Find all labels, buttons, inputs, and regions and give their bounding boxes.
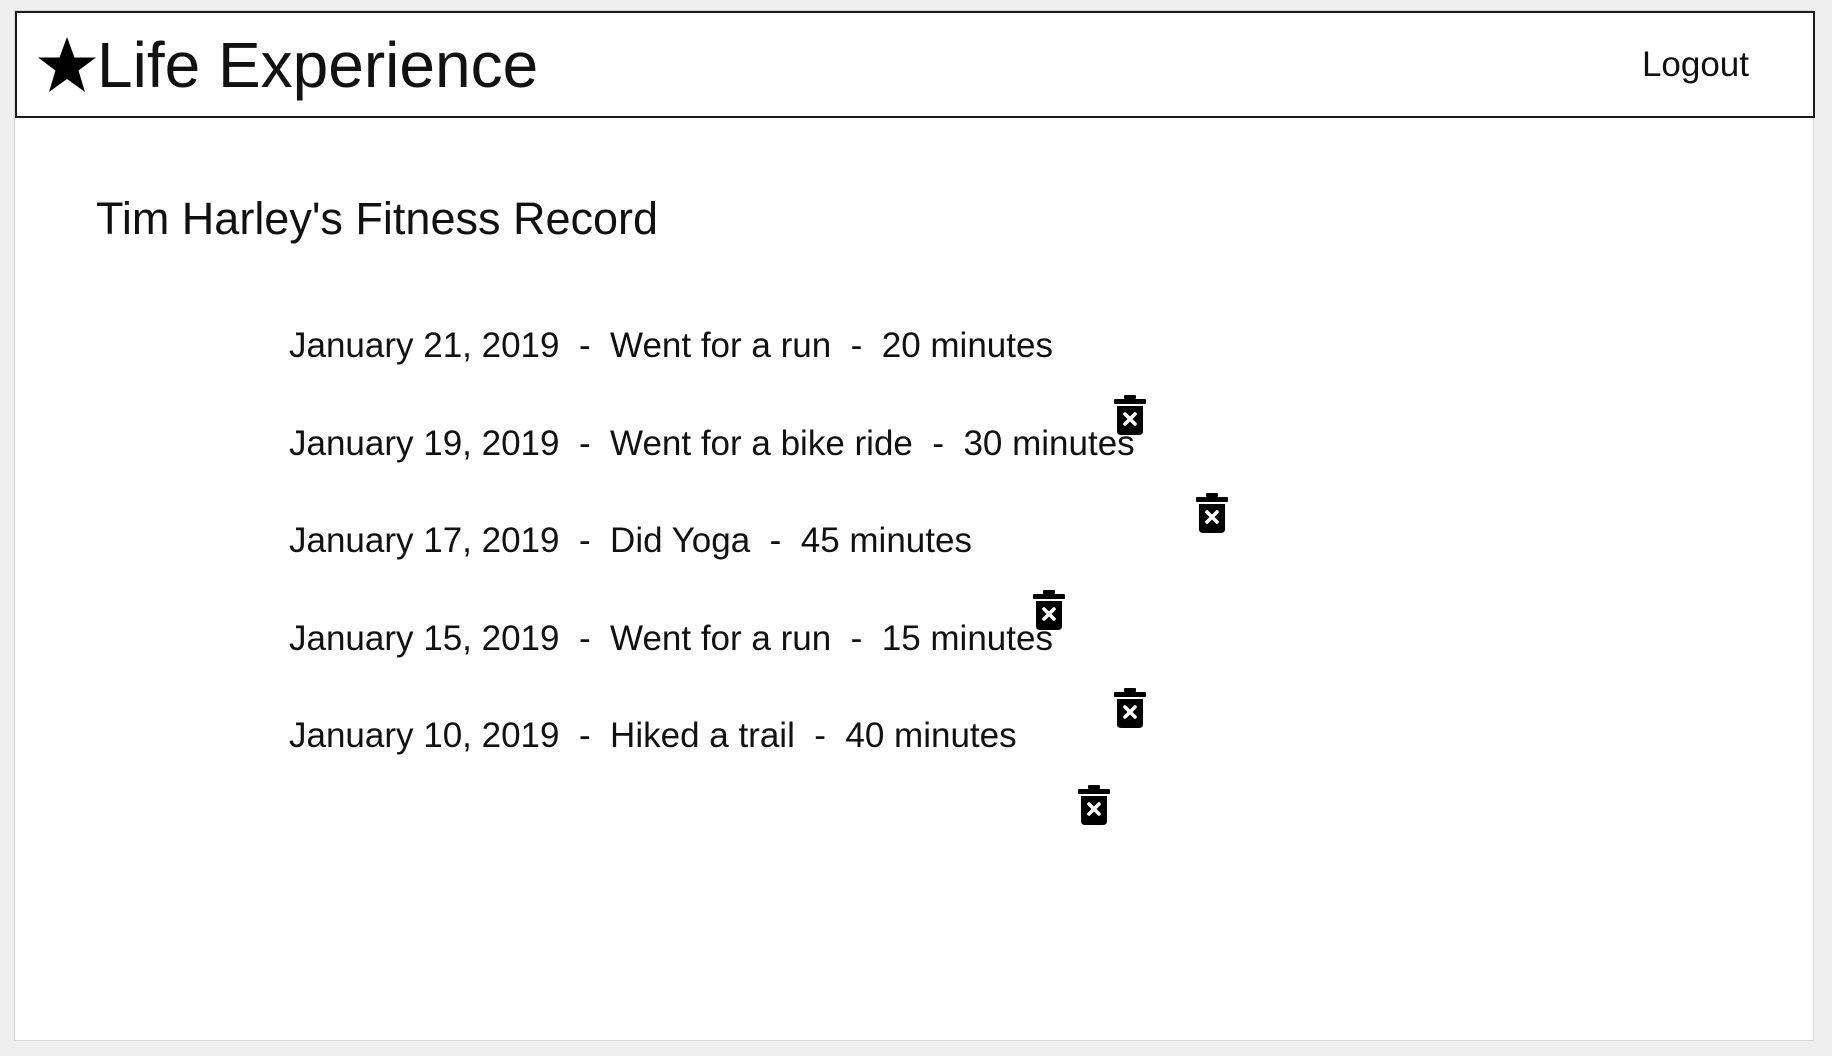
trash-x-icon [1195,492,1228,533]
record-date: January 21, 2019 [289,326,560,365]
trash-x-icon [1113,687,1146,728]
record-duration: 30 minutes [963,423,1135,463]
record-duration: 15 minutes [881,618,1053,658]
record-separator: - [850,326,863,365]
brand-logo-link[interactable]: Life Experience [37,25,538,105]
record-separator: - [850,618,863,658]
record-item: January 19, 2019 - Went for a bike ride … [289,423,1229,533]
record-activity: Did Yoga [610,521,751,560]
record-activity: Went for a run [610,618,832,658]
page-container: Life Experience Logout Tim Harley's Fitn… [14,10,1815,1041]
star-icon [37,35,97,95]
record-separator: - [932,423,944,463]
delete-record-button[interactable] [1032,520,1066,630]
record-item: January 21, 2019 - Went for a run - 20 m… [289,325,1229,435]
record-separator: - [578,618,591,658]
fitness-record-list: January 21, 2019 - Went for a run - 20 m… [289,325,1229,825]
record-separator: - [578,521,591,560]
record-date: January 10, 2019 [289,716,560,755]
record-date: January 17, 2019 [289,521,560,560]
record-activity: Went for a bike ride [610,423,913,463]
app-header: Life Experience Logout [15,11,1815,118]
brand-name: Life Experience [97,29,539,101]
record-separator: - [578,326,591,365]
record-item: January 17, 2019 - Did Yoga - 45 minutes [289,520,1229,630]
delete-record-button[interactable] [1113,618,1147,728]
record-item: January 10, 2019 - Hiked a trail - 40 mi… [289,715,1229,825]
record-separator: - [578,423,591,463]
delete-record-button[interactable] [1077,715,1111,825]
record-activity: Went for a run [610,326,832,365]
record-separator: - [578,716,591,755]
page-title: Tim Harley's Fitness Record [96,193,659,244]
record-separator: - [814,716,826,755]
logout-link[interactable]: Logout [1642,47,1749,82]
record-duration: 20 minutes [881,326,1053,365]
record-date: January 15, 2019 [289,618,560,658]
record-duration: 40 minutes [845,716,1017,755]
record-date: January 19, 2019 [289,423,560,463]
record-activity: Hiked a trail [610,716,795,755]
record-duration: 45 minutes [800,521,972,560]
delete-record-button[interactable] [1113,325,1147,435]
delete-record-button[interactable] [1195,423,1229,533]
trash-x-icon [1077,785,1110,825]
record-separator: - [769,521,782,560]
